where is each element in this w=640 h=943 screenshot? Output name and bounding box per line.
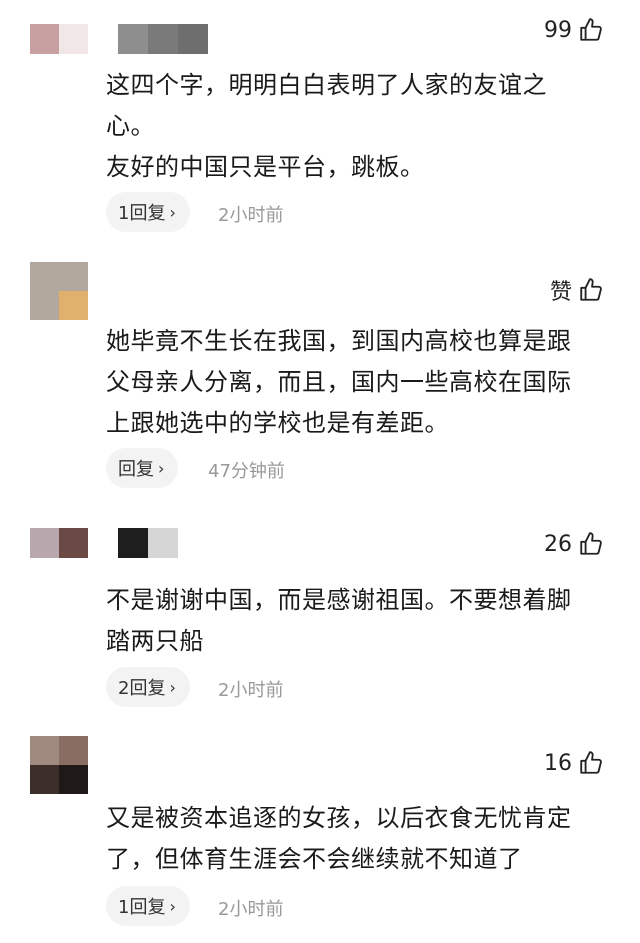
avatar[interactable]	[30, 736, 88, 794]
thumbs-up-icon	[578, 17, 604, 43]
reply-label: 1回复	[118, 203, 166, 224]
like-count: 26	[544, 531, 572, 557]
reply-button[interactable]: 2回复 ›	[106, 667, 190, 707]
avatar[interactable]	[30, 528, 88, 558]
timestamp: 2小时前	[218, 680, 284, 701]
timestamp: 2小时前	[218, 899, 284, 920]
thumbs-up-icon	[578, 277, 604, 303]
chevron-right-icon: ›	[169, 677, 176, 697]
reply-label: 2回复	[118, 678, 166, 699]
thumbs-up-icon	[578, 531, 604, 557]
comment-item: 赞 她毕竟不生长在我国，到国内高校也算是跟 父母亲人分离，而且，国内一些高校在国…	[0, 250, 640, 510]
like-count: 赞	[549, 280, 572, 305]
like-button[interactable]: 99	[544, 17, 604, 43]
comment-text: 她毕竟不生长在我国，到国内高校也算是跟 父母亲人分离，而且，国内一些高校在国际 …	[106, 327, 572, 437]
chevron-right-icon: ›	[169, 896, 176, 916]
comment-item: 99 这四个字，明明白白表明了人家的友谊之 心。 友好的中国只是平台，跳板。 1…	[0, 0, 640, 250]
chevron-right-icon: ›	[169, 202, 176, 222]
like-button[interactable]: 赞	[550, 274, 604, 306]
username[interactable]	[118, 528, 178, 558]
comment-text: 不是谢谢中国，而是感谢祖国。不要想着脚 踏两只船	[106, 586, 572, 655]
chevron-right-icon: ›	[158, 458, 165, 478]
like-count: 16	[544, 750, 572, 776]
reply-button[interactable]: 1回复 ›	[106, 192, 190, 232]
reply-label: 回复	[118, 459, 154, 480]
avatar[interactable]	[30, 262, 88, 320]
timestamp: 2小时前	[218, 205, 284, 226]
timestamp: 47分钟前	[208, 461, 285, 482]
avatar[interactable]	[30, 24, 88, 54]
comment-text: 这四个字，明明白白表明了人家的友谊之 心。 友好的中国只是平台，跳板。	[106, 71, 547, 181]
reply-label: 1回复	[118, 897, 166, 918]
reply-button[interactable]: 回复 ›	[106, 448, 179, 488]
comment-text: 又是被资本追逐的女孩，以后衣食无忧肯定 了，但体育生涯会不会继续就不知道了	[106, 804, 572, 873]
comment-item: 16 又是被资本追逐的女孩，以后衣食无忧肯定 了，但体育生涯会不会继续就不知道了…	[0, 730, 640, 943]
thumbs-up-icon	[578, 750, 604, 776]
like-button[interactable]: 16	[544, 750, 604, 776]
reply-button[interactable]: 1回复 ›	[106, 886, 190, 926]
username[interactable]	[118, 24, 208, 54]
like-count: 99	[544, 17, 572, 43]
like-button[interactable]: 26	[544, 531, 604, 557]
comment-item: 26 不是谢谢中国，而是感谢祖国。不要想着脚 踏两只船 2回复 › 2小时前	[0, 510, 640, 730]
